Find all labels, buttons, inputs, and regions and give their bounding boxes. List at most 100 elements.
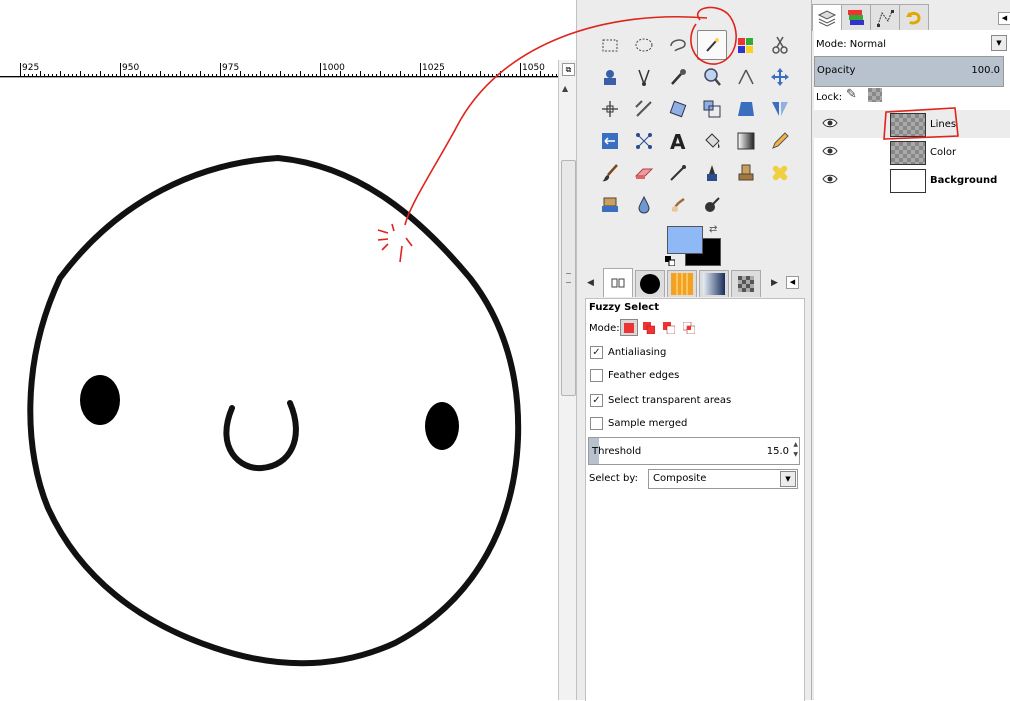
sample-merged-option[interactable]: Sample merged — [590, 415, 687, 431]
layer-mode-label: Mode: Normal — [816, 39, 886, 50]
antialiasing-checkbox[interactable]: ✓ — [590, 345, 603, 359]
select-by-color-tool-icon[interactable] — [731, 30, 761, 60]
color-picker-tool-icon[interactable] — [663, 62, 693, 92]
fuzzy-select-tool-icon[interactable] — [697, 30, 727, 60]
tool-dock-tabs: ◀ ▶ ◀ — [585, 268, 805, 298]
mouth — [223, 400, 299, 472]
brush-circle-icon — [640, 274, 660, 294]
feather-edges-option[interactable]: Feather edges — [590, 367, 679, 383]
flip-tool-icon[interactable] — [765, 94, 795, 124]
threshold-slider[interactable]: Threshold 15.0 ▲ ▼ — [588, 437, 800, 465]
tab-undo-history[interactable] — [899, 4, 929, 31]
lock-alpha-icon[interactable] — [868, 88, 882, 102]
tab-scroll-right-icon[interactable]: ▶ — [771, 278, 778, 288]
ruler-label: 950 — [122, 63, 140, 73]
threshold-value: 15.0 — [766, 446, 789, 457]
layer-name: Color — [930, 147, 957, 158]
tab-paths[interactable] — [870, 4, 900, 31]
scissors-select-tool-icon[interactable] — [765, 30, 795, 60]
mode-replace-button[interactable] — [620, 319, 638, 336]
toolbox-panel: A ⇄ ◀ ▶ ◀ Fuzzy Select Mode: ✓ Antialias… — [576, 0, 811, 701]
horizontal-ruler: 925 950 975 1000 1025 1050 — [0, 62, 558, 78]
canvas-vertical-scrollbar[interactable]: ⧉ ▲ — [558, 60, 577, 700]
select-transparent-checkbox[interactable]: ✓ — [590, 393, 603, 407]
lock-pixels-icon[interactable]: ✎ — [846, 87, 857, 102]
text-align-icon[interactable] — [629, 126, 659, 156]
eye-icon[interactable] — [822, 173, 838, 185]
feather-edges-checkbox[interactable] — [590, 368, 603, 382]
lock-label: Lock: — [816, 92, 843, 103]
align-tool-icon[interactable] — [595, 94, 625, 124]
measure-tool-icon[interactable] — [731, 62, 761, 92]
cage-transform-tool-icon[interactable] — [595, 126, 625, 156]
drawing-area[interactable] — [0, 78, 558, 700]
clone-tool-icon[interactable] — [731, 158, 761, 188]
perspective-tool-icon[interactable] — [731, 94, 761, 124]
default-colors-icon[interactable] — [665, 256, 675, 266]
heal-tool-icon[interactable] — [765, 158, 795, 188]
ellipse-select-tool-icon[interactable] — [629, 30, 659, 60]
blur-tool-icon[interactable] — [629, 190, 659, 220]
mode-label: Mode: — [589, 323, 620, 334]
paintbrush-tool-icon[interactable] — [595, 158, 625, 188]
tab-layers[interactable] — [812, 4, 842, 31]
mode-subtract-button[interactable] — [660, 319, 678, 336]
text-tool-icon[interactable]: A — [663, 126, 693, 156]
antialiasing-option[interactable]: ✓ Antialiasing — [590, 344, 666, 360]
layers-panel: ◀ Mode: Normal ▼ Opacity 100.0 Lock: ✎ L… — [811, 0, 1010, 700]
crop-tool-icon[interactable] — [629, 94, 659, 124]
layers-menu-button[interactable]: ◀ — [998, 12, 1010, 25]
blend-tool-icon[interactable] — [731, 126, 761, 156]
move-tool-icon[interactable] — [765, 62, 795, 92]
opacity-slider[interactable]: Opacity 100.0 — [814, 56, 1004, 87]
gradient-icon — [703, 273, 725, 295]
mode-intersect-button[interactable] — [680, 319, 698, 336]
select-transparent-label: Select transparent areas — [608, 394, 732, 406]
scale-tool-icon[interactable] — [697, 94, 727, 124]
image-canvas[interactable]: 925 950 975 1000 1025 1050 — [0, 0, 558, 700]
tab-channels[interactable] — [841, 4, 871, 31]
chevron-down-icon[interactable]: ▼ — [780, 471, 796, 487]
navigate-button[interactable]: ⧉ — [562, 63, 575, 76]
dock-menu-button[interactable]: ◀ — [786, 276, 799, 289]
ink-tool-icon[interactable] — [697, 158, 727, 188]
layer-mode-dropdown-arrow[interactable]: ▼ — [991, 35, 1007, 51]
eye-icon[interactable] — [822, 145, 838, 157]
eraser-tool-icon[interactable] — [629, 158, 659, 188]
select-by-dropdown[interactable]: Composite ▼ — [648, 469, 798, 489]
rotate-tool-icon[interactable] — [663, 94, 693, 124]
tab-scroll-left-icon[interactable]: ◀ — [587, 278, 594, 288]
select-by-label: Select by: — [589, 473, 638, 484]
rect-select-tool-icon[interactable] — [595, 30, 625, 60]
zoom-tool-icon[interactable] — [697, 62, 727, 92]
scrollbar-thumb[interactable] — [561, 160, 576, 396]
threshold-label: Threshold — [592, 446, 642, 457]
swap-colors-icon[interactable]: ⇄ — [709, 224, 717, 235]
smudge-tool-icon[interactable] — [663, 190, 693, 220]
tab-brushes[interactable] — [635, 270, 665, 297]
layer-row-lines[interactable]: Lines — [814, 110, 1010, 138]
canvas-top-strip — [0, 0, 558, 60]
layers-stack-icon — [817, 10, 837, 27]
scroll-up-arrow-icon[interactable]: ▲ — [562, 84, 568, 93]
dodge-burn-tool-icon[interactable] — [697, 190, 727, 220]
airbrush-tool-icon[interactable] — [663, 158, 693, 188]
bucket-fill-tool-icon[interactable] — [697, 126, 727, 156]
sample-merged-checkbox[interactable] — [590, 416, 603, 430]
paths-tool-icon[interactable] — [629, 62, 659, 92]
spin-arrows-icon[interactable]: ▲ ▼ — [793, 440, 798, 460]
mode-add-button[interactable] — [640, 319, 658, 336]
eye-icon[interactable] — [822, 117, 838, 129]
tab-images[interactable] — [731, 270, 761, 297]
foreground-select-tool-icon[interactable] — [595, 62, 625, 92]
tab-patterns[interactable] — [667, 270, 697, 297]
tab-tool-options[interactable] — [603, 268, 633, 297]
free-select-tool-icon[interactable] — [663, 30, 693, 60]
layer-row-background[interactable]: Background — [814, 166, 1010, 194]
select-transparent-option[interactable]: ✓ Select transparent areas — [590, 392, 731, 408]
pencil-tool-icon[interactable] — [765, 126, 795, 156]
perspective-clone-tool-icon[interactable] — [595, 190, 625, 220]
tab-gradients[interactable] — [699, 270, 729, 297]
foreground-color-swatch[interactable] — [667, 226, 703, 254]
layer-row-color[interactable]: Color — [814, 138, 1010, 166]
